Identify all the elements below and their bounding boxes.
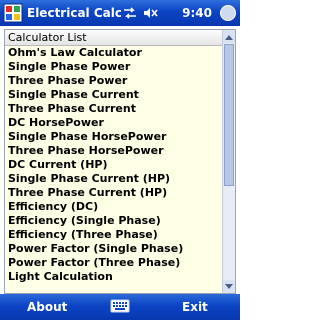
list-item[interactable]: Three Phase Current (HP): [5, 186, 223, 200]
status-icons: [122, 4, 162, 22]
chevron-up-icon: [225, 34, 233, 40]
scroll-down-button[interactable]: [223, 280, 235, 293]
list-item[interactable]: Efficiency (Three Phase): [5, 228, 223, 242]
title-bar: Electrical Calculators 9:40: [0, 0, 240, 26]
list-item[interactable]: Three Phase HorsePower: [5, 144, 223, 158]
keyboard-icon[interactable]: [110, 298, 130, 314]
soft-key-bar: About Exit: [0, 294, 240, 320]
speaker-muted-icon[interactable]: [142, 5, 158, 21]
scroll-up-button[interactable]: [223, 30, 235, 43]
about-button[interactable]: About: [27, 299, 67, 315]
app-logo-icon[interactable]: [3, 3, 23, 23]
list-item[interactable]: DC HorsePower: [5, 116, 223, 130]
scroll-thumb[interactable]: [224, 44, 234, 186]
list-item[interactable]: Single Phase Current: [5, 88, 223, 102]
chevron-down-icon: [225, 283, 233, 289]
list-item[interactable]: Efficiency (Single Phase): [5, 214, 223, 228]
list-item[interactable]: Single Phase Power: [5, 60, 223, 74]
list-item[interactable]: DC Current (HP): [5, 158, 223, 172]
list-item[interactable]: Power Factor (Single Phase): [5, 242, 223, 256]
list-item[interactable]: Efficiency (DC): [5, 200, 223, 214]
calculator-list: Calculator List Ohm's Law Calculator Sing…: [4, 29, 236, 294]
exit-button[interactable]: Exit: [182, 299, 208, 315]
list-items: Ohm's Law Calculator Single Phase Power Th…: [5, 46, 223, 284]
list-item[interactable]: Single Phase HorsePower: [5, 130, 223, 144]
list-item[interactable]: Three Phase Power: [5, 74, 223, 88]
sync-arrows-icon[interactable]: [122, 5, 138, 21]
vertical-scrollbar[interactable]: [222, 30, 235, 293]
list-item[interactable]: Ohm's Law Calculator: [5, 46, 223, 60]
list-item[interactable]: Three Phase Current: [5, 102, 223, 116]
list-item[interactable]: Light Calculation: [5, 270, 223, 284]
ok-button[interactable]: [220, 5, 236, 21]
clock[interactable]: 9:40: [182, 4, 212, 22]
window-title: Electrical Calculators: [27, 6, 121, 20]
list-item[interactable]: Power Factor (Three Phase): [5, 256, 223, 270]
list-header[interactable]: Calculator List: [5, 30, 223, 46]
list-item[interactable]: Single Phase Current (HP): [5, 172, 223, 186]
